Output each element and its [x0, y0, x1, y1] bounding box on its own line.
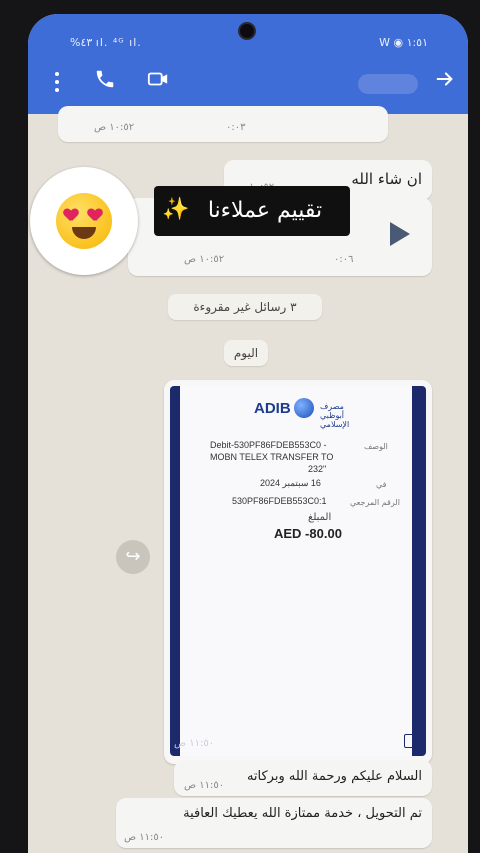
receipt-amount: AED -80.00 [274, 526, 342, 541]
message-time: ١٠:٥٢ ص [94, 122, 135, 133]
arrow-right-icon[interactable] [434, 68, 456, 98]
message-salam[interactable]: السلام عليكم ورحمة الله وبركاته ١١:٥٠ ص [174, 760, 432, 796]
forward-icon[interactable]: ↪ [116, 540, 150, 574]
phone-screen: %٤٣ ıl. ⁴ᴳ ıl. W ◉ ١:٥١ ١٠:٥٢ ص ٠:٠٣ ان … [28, 14, 468, 853]
document-corner-icon [404, 734, 418, 748]
receipt-desc-line3: 232" [308, 464, 327, 474]
date-divider: اليوم [224, 340, 268, 366]
message-partial-top[interactable]: ١٠:٥٢ ص ٠:٠٣ [58, 106, 388, 142]
receipt-desc-line2: MOBN TELEX TRANSFER TO [210, 452, 334, 462]
camera-hole [238, 22, 256, 40]
unread-divider-text: ٣ رسائل غير مقروءة [193, 300, 297, 314]
message-text: تم التحويل ، خدمة ممتازة الله يعطيك العا… [183, 806, 422, 821]
message-time: ١١:٥٠ ص [174, 738, 215, 749]
bank-logo-text: ADIB [254, 400, 291, 417]
heart-eye-right-icon [88, 209, 102, 222]
message-time: ١١:٥٠ ص [184, 780, 225, 791]
receipt-amount-label: المبلغ [308, 512, 332, 523]
receipt-date: 16 سبتمبر 2024 [260, 478, 321, 488]
phone-icon[interactable] [94, 68, 116, 98]
message-text: ان شاء الله [351, 170, 422, 188]
date-divider-text: اليوم [233, 346, 259, 360]
message-thanks[interactable]: تم التحويل ، خدمة ممتازة الله يعطيك العا… [116, 798, 432, 848]
message-time: ١١:٥٠ ص [124, 832, 165, 843]
status-bar: %٤٣ ıl. ⁴ᴳ ıl. W ◉ ١:٥١ [28, 14, 468, 52]
heart-eye-left-icon [64, 209, 78, 222]
message-receipt-image[interactable]: ADIB مصرف أبوظبي الإسلامي الوصف Debit-53… [164, 380, 432, 764]
receipt-ref: 530PF86FDEB553C0:1 [232, 496, 327, 506]
chat-app-bar [28, 52, 468, 114]
bank-arabic-name: مصرف أبوظبي الإسلامي [320, 402, 350, 429]
voice-duration: ٠:٠٣ [226, 122, 246, 133]
status-left: %٤٣ ıl. ⁴ᴳ ıl. [70, 36, 142, 49]
smile-mouth [72, 227, 96, 239]
message-time: ١٠:٥٢ ص [184, 254, 225, 265]
more-vert-icon[interactable] [52, 68, 62, 92]
voice-duration: ٠:٠٦ [334, 254, 354, 265]
sparkle-icon: ✨ [162, 197, 190, 222]
contact-name-blurred[interactable] [358, 74, 418, 94]
emoji-badge [30, 167, 138, 275]
message-text: السلام عليكم ورحمة الله وبركاته [246, 769, 422, 784]
bank-globe-icon [294, 398, 314, 418]
status-right: W ◉ ١:٥١ [379, 36, 428, 49]
receipt-desc-line1: Debit-530PF86FDEB553C0 - [210, 440, 327, 450]
play-icon[interactable] [390, 222, 410, 246]
receipt-ref-label: الرقم المرجعي [350, 498, 400, 507]
unread-divider: ٣ رسائل غير مقروءة [168, 294, 322, 320]
receipt-desc-label: الوصف [364, 442, 388, 451]
receipt-image[interactable]: ADIB مصرف أبوظبي الإسلامي الوصف Debit-53… [170, 386, 426, 756]
receipt-date-label: في [376, 480, 387, 489]
receipt-paper: ADIB مصرف أبوظبي الإسلامي الوصف Debit-53… [180, 386, 412, 756]
video-camera-icon[interactable] [146, 68, 170, 98]
heart-eyes-emoji-icon [56, 193, 112, 249]
